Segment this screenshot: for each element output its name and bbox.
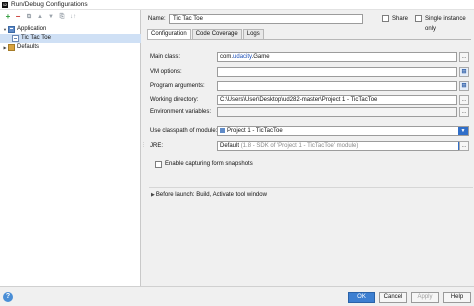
form-snapshots-checkbox[interactable] — [155, 161, 162, 168]
main-class-field[interactable]: com.udacity.Game — [217, 52, 457, 62]
expand-program-arguments-button[interactable]: ⊞ — [459, 81, 469, 91]
tree-item-application[interactable]: ▼ Application — [0, 25, 141, 34]
tree-item-label: Defaults — [17, 44, 40, 50]
expand-vm-options-button[interactable]: ⊞ — [459, 67, 469, 77]
tab-logs[interactable]: Logs — [242, 29, 264, 39]
form-snapshots-label: Enable capturing form snapshots — [165, 161, 253, 167]
intellij-app-icon: IJ — [2, 2, 8, 8]
configuration-editor: Name: Tic Tac Toe Share Single instance … — [145, 10, 474, 286]
configuration-panel: Main class: com.udacity.Game ... VM opti… — [147, 39, 473, 198]
sort-icon[interactable]: ↓↑ — [68, 12, 78, 22]
working-directory-label: Working directory: — [150, 97, 199, 103]
config-tabs: Configuration Code Coverage Logs — [147, 29, 265, 39]
name-input[interactable]: Tic Tac Toe — [169, 14, 363, 24]
cancel-button[interactable]: Cancel — [379, 292, 407, 303]
share-checkbox[interactable] — [382, 15, 389, 22]
tree-item-defaults[interactable]: ▶ Defaults — [0, 43, 141, 52]
single-instance-label: Single instance only — [425, 16, 466, 32]
apply-button[interactable]: Apply — [411, 292, 439, 303]
add-configuration-button[interactable]: + — [3, 12, 13, 22]
name-label: Name: — [148, 16, 166, 22]
single-instance-checkbox[interactable] — [415, 15, 422, 22]
environment-variables-label: Environment variables: — [150, 109, 212, 115]
move-up-icon[interactable]: ▲ — [35, 12, 45, 22]
program-arguments-label: Program arguments: — [150, 83, 205, 89]
application-icon — [8, 26, 15, 33]
jre-value: Default — [220, 143, 240, 149]
working-directory-field[interactable]: C:\Users\User\Desktop\ud282-master\Proje… — [217, 95, 457, 105]
tree-item-label: Application — [17, 26, 47, 32]
tree-item-label: Tic Tac Toe — [21, 35, 51, 41]
help-button[interactable]: Help — [443, 292, 471, 303]
before-launch-section[interactable]: ▶Before launch: Build, Activate tool win… — [151, 191, 267, 199]
main-class-suffix: .Game — [251, 54, 270, 60]
expand-arrow-icon[interactable]: ▶ — [151, 192, 155, 198]
tree-toolbar: + − ⧉ ▲ ▼ ⎘ ↓↑ — [0, 10, 141, 24]
main-class-label: Main class: — [150, 54, 181, 60]
vm-options-field[interactable] — [217, 67, 457, 77]
main-class-highlight: udacity — [233, 54, 252, 60]
tab-code-coverage[interactable]: Code Coverage — [191, 29, 242, 39]
jre-label: JRE: — [150, 143, 164, 149]
jre-select[interactable]: Default (1.8 - SDK of 'Project 1 - TicTa… — [217, 141, 469, 151]
run-config-icon — [12, 35, 19, 42]
folder-icon[interactable]: ⎘ — [57, 12, 67, 22]
edit-environment-variables-button[interactable]: ... — [459, 107, 469, 117]
divider — [149, 187, 473, 188]
wrench-icon — [8, 44, 15, 51]
name-row: Name: Tic Tac Toe Share Single instance … — [148, 14, 468, 32]
tree-item-tic-tac-toe[interactable]: Tic Tac Toe — [0, 34, 141, 43]
vm-options-label: VM options: — [150, 69, 182, 75]
browse-main-class-button[interactable]: ... — [459, 52, 469, 62]
classpath-module-label: Use classpath of module: — [150, 128, 218, 134]
dialog-button-bar: ? OK Cancel Apply Help — [0, 286, 474, 306]
move-down-icon[interactable]: ▼ — [46, 12, 56, 22]
window-title: Run/Debug Configurations — [11, 1, 88, 8]
browse-jre-button[interactable]: ... — [459, 141, 469, 151]
module-icon — [220, 127, 225, 133]
program-arguments-field[interactable] — [217, 81, 457, 91]
tab-configuration[interactable]: Configuration — [147, 29, 191, 39]
environment-variables-field[interactable] — [217, 107, 457, 117]
classpath-module-value: Project 1 - TicTacToe — [227, 128, 283, 134]
classpath-module-select[interactable]: Project 1 - TicTacToe ▼ — [217, 126, 469, 136]
jre-detail: (1.8 - SDK of 'Project 1 - TicTacToe' mo… — [240, 143, 359, 149]
title-bar: IJ Run/Debug Configurations — [0, 0, 474, 10]
help-icon[interactable]: ? — [3, 292, 13, 302]
chevron-down-icon[interactable]: ▼ — [458, 127, 468, 135]
remove-configuration-button[interactable]: − — [13, 12, 23, 22]
ok-button[interactable]: OK — [348, 292, 375, 303]
browse-working-directory-button[interactable]: ... — [459, 95, 469, 105]
main-class-prefix: com. — [220, 54, 234, 60]
before-launch-label: Before launch: Build, Activate tool wind… — [155, 192, 267, 198]
copy-configuration-icon[interactable]: ⧉ — [24, 12, 34, 22]
share-label: Share — [392, 16, 409, 22]
configurations-tree-pane: + − ⧉ ▲ ▼ ⎘ ↓↑ ▼ Application Tic Tac Toe… — [0, 10, 141, 286]
